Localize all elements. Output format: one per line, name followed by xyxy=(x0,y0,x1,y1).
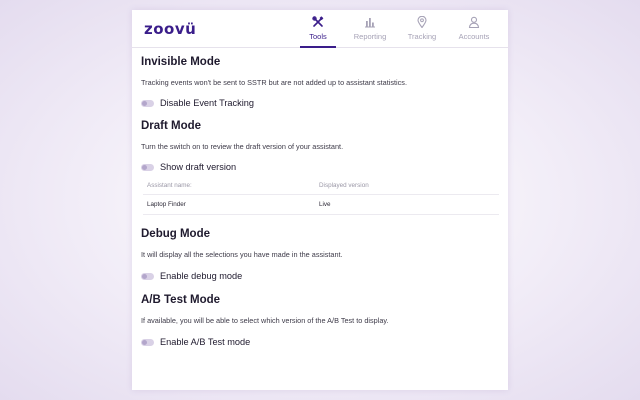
version-table: Assistant name: Displayed version Laptop… xyxy=(143,177,499,215)
enable-ab-test-mode-toggle[interactable] xyxy=(141,338,154,346)
tools-icon xyxy=(312,16,324,27)
enable-ab-test-mode-label: Enable A/B Test mode xyxy=(160,337,251,347)
disable-event-tracking-toggle[interactable] xyxy=(141,99,154,107)
enable-debug-mode-toggle[interactable] xyxy=(141,272,154,280)
ab-test-mode-section: A/B Test Mode If available, you will be … xyxy=(141,294,499,349)
enable-debug-mode-label: Enable debug mode xyxy=(160,271,243,281)
show-draft-version-toggle[interactable] xyxy=(141,163,154,171)
bar-chart-icon xyxy=(365,18,375,28)
draft-mode-section: Draft Mode Turn the switch on to review … xyxy=(141,120,499,215)
disable-event-tracking-label: Disable Event Tracking xyxy=(160,98,254,108)
assistant-name-cell: Laptop Finder xyxy=(147,201,186,208)
enable-debug-mode-row: Enable debug mode xyxy=(141,269,499,283)
top-navigation-bar: zoovü Tools Reporting Tracking Accounts xyxy=(132,10,508,48)
tab-reporting[interactable]: Reporting xyxy=(344,10,396,48)
table-row: Laptop Finder Live xyxy=(143,195,499,215)
column-header-displayed-version: Displayed version xyxy=(319,182,369,189)
tab-reporting-label: Reporting xyxy=(353,32,387,41)
invisible-mode-title: Invisible Mode xyxy=(141,56,221,68)
debug-mode-title: Debug Mode xyxy=(141,228,210,240)
invisible-mode-section: Invisible Mode Tracking events won't be … xyxy=(141,56,499,110)
debug-mode-section: Debug Mode It will display all the selec… xyxy=(141,228,499,283)
zoovu-logo: zoovü xyxy=(144,20,197,38)
main-nav: Tools Reporting Tracking Accounts xyxy=(292,10,500,48)
invisible-mode-description: Tracking events won't be sent to SSTR bu… xyxy=(141,78,407,87)
disable-event-tracking-row: Disable Event Tracking xyxy=(141,96,499,110)
draft-mode-description: Turn the switch on to review the draft v… xyxy=(141,142,344,151)
location-pin-icon xyxy=(417,16,427,28)
version-table-header: Assistant name: Displayed version xyxy=(143,177,499,195)
tab-tools[interactable]: Tools xyxy=(292,10,344,48)
enable-ab-test-mode-row: Enable A/B Test mode xyxy=(141,335,499,349)
ab-test-mode-title: A/B Test Mode xyxy=(141,294,221,306)
debug-mode-description: It will display all the selections you h… xyxy=(141,250,343,259)
ab-test-mode-description: If available, you will be able to select… xyxy=(141,316,389,325)
draft-mode-title: Draft Mode xyxy=(141,120,202,132)
tab-accounts-label: Accounts xyxy=(458,32,490,41)
show-draft-version-label: Show draft version xyxy=(160,162,237,172)
settings-panel: zoovü Tools Reporting Tracking Accounts … xyxy=(132,10,508,390)
tab-tools-label: Tools xyxy=(309,32,327,41)
settings-content: Invisible Mode Tracking events won't be … xyxy=(132,56,508,349)
displayed-version-cell: Live xyxy=(319,201,331,208)
column-header-assistant-name: Assistant name: xyxy=(147,182,192,189)
user-icon xyxy=(468,16,480,28)
tab-accounts[interactable]: Accounts xyxy=(448,10,500,48)
tab-tracking[interactable]: Tracking xyxy=(396,10,448,48)
tab-tracking-label: Tracking xyxy=(407,32,437,41)
show-draft-version-row: Show draft version xyxy=(141,160,499,174)
